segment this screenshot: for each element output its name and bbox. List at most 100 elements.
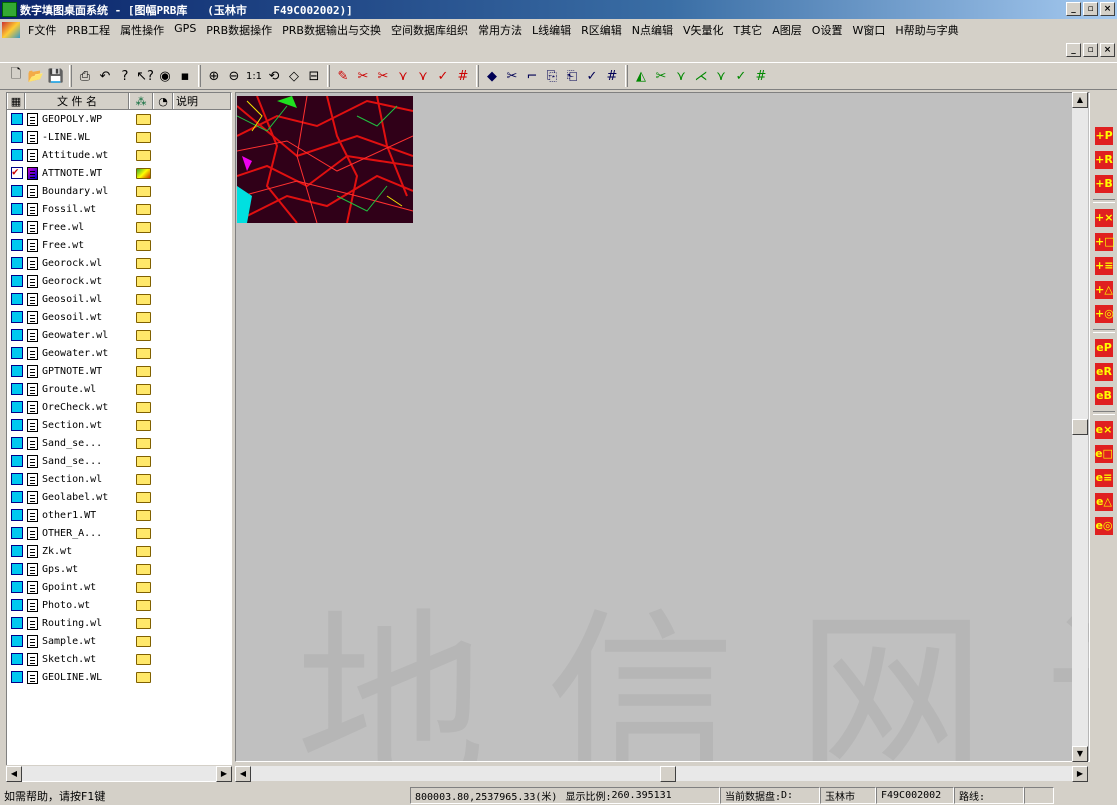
file-row[interactable]: other1.WT — [7, 506, 231, 524]
folder-icon[interactable] — [136, 257, 151, 269]
layer-tool-button-13[interactable]: e≡ — [1095, 469, 1113, 487]
layer-tool-button-3[interactable]: +× — [1095, 209, 1113, 227]
file-row[interactable]: Geowater.wl — [7, 326, 231, 344]
print-icon[interactable]: ⎙ — [75, 66, 95, 86]
file-row[interactable]: Sand_se... — [7, 434, 231, 452]
visibility-checkbox[interactable] — [11, 329, 23, 341]
layer-tool-button-4[interactable]: +□ — [1095, 233, 1115, 251]
layer-tool-button-1[interactable]: +R — [1095, 151, 1113, 169]
folder-icon[interactable] — [136, 347, 151, 359]
file-row[interactable]: Sand_se... — [7, 452, 231, 470]
file-row[interactable]: Gps.wt — [7, 560, 231, 578]
menu-item-7[interactable]: 常用方法 — [473, 22, 527, 38]
app-icon[interactable] — [2, 2, 17, 17]
visibility-checkbox[interactable] — [11, 113, 23, 125]
area-cut-icon[interactable]: ✂ — [502, 66, 522, 86]
file-row[interactable]: Georock.wt — [7, 272, 231, 290]
save-icon[interactable]: 💾 — [46, 66, 66, 86]
folder-icon[interactable] — [136, 419, 151, 431]
menu-item-13[interactable]: A图层 — [767, 22, 807, 38]
menu-item-11[interactable]: V矢量化 — [678, 22, 729, 38]
menu-item-6[interactable]: 空间数据库组织 — [386, 22, 473, 38]
visibility-checkbox[interactable] — [11, 671, 23, 683]
file-row[interactable]: OreCheck.wt — [7, 398, 231, 416]
folder-icon[interactable] — [136, 401, 151, 413]
folder-icon[interactable] — [136, 491, 151, 503]
folder-icon[interactable] — [136, 581, 151, 593]
split-window-icon[interactable]: ⊟ — [304, 66, 324, 86]
area-input-icon[interactable]: ◆ — [482, 66, 502, 86]
visibility-checkbox[interactable] — [11, 165, 23, 179]
menu-item-8[interactable]: L线编辑 — [527, 22, 576, 38]
layer-tool-button-9[interactable]: eR — [1095, 363, 1113, 381]
visibility-checkbox[interactable] — [11, 455, 23, 467]
layer-tool-button-8[interactable]: eP — [1095, 339, 1113, 357]
folder-icon[interactable] — [136, 113, 151, 125]
scroll-right-arrow[interactable]: ▶ — [1072, 766, 1088, 782]
actual-size-icon[interactable]: 1:1 — [244, 66, 264, 86]
scroll-left-arrow[interactable]: ◀ — [235, 766, 251, 782]
visibility-checkbox[interactable] — [11, 257, 23, 269]
file-row[interactable]: Geosoil.wl — [7, 290, 231, 308]
visibility-checkbox[interactable] — [11, 491, 23, 503]
map-canvas[interactable]: 地信网论 — [235, 92, 1090, 762]
visibility-checkbox[interactable] — [11, 185, 23, 197]
visibility-checkbox[interactable] — [11, 581, 23, 593]
help-icon[interactable]: ? — [115, 66, 135, 86]
column-description[interactable]: 说明 — [173, 93, 231, 109]
zoom-in-icon[interactable]: ⊕ — [204, 66, 224, 86]
refresh-icon[interactable]: ⟲ — [264, 66, 284, 86]
layer-tool-button-2[interactable]: +B — [1095, 175, 1113, 193]
file-row[interactable]: Boundary.wl — [7, 182, 231, 200]
visibility-checkbox[interactable] — [11, 239, 23, 251]
visibility-checkbox[interactable] — [11, 527, 23, 539]
visibility-checkbox[interactable] — [11, 275, 23, 287]
visibility-checkbox[interactable] — [11, 509, 23, 521]
hscroll-thumb[interactable] — [660, 766, 676, 782]
visibility-checkbox[interactable] — [11, 149, 23, 161]
file-row[interactable]: Geolabel.wt — [7, 488, 231, 506]
area-grid-icon[interactable]: # — [602, 66, 622, 86]
point-grid-icon[interactable]: # — [751, 66, 771, 86]
folder-icon[interactable] — [136, 203, 151, 215]
file-row[interactable]: Sample.wt — [7, 632, 231, 650]
visibility-checkbox[interactable] — [11, 401, 23, 413]
area-copy-icon[interactable]: ⎘ — [542, 66, 562, 86]
visibility-checkbox[interactable] — [11, 419, 23, 431]
visibility-checkbox[interactable] — [11, 203, 23, 215]
menu-item-2[interactable]: 属性操作 — [115, 22, 169, 38]
context-help-icon[interactable]: ↖? — [135, 66, 155, 86]
visibility-checkbox[interactable] — [11, 617, 23, 629]
file-row[interactable]: GEOPOLY.WP — [7, 110, 231, 128]
layer-tool-button-14[interactable]: e△ — [1095, 493, 1113, 511]
folder-icon[interactable] — [136, 635, 151, 647]
scroll-left-arrow[interactable]: ◀ — [6, 766, 22, 782]
line-extend-icon[interactable]: ⋎ — [413, 66, 433, 86]
file-row[interactable]: Attitude.wt — [7, 146, 231, 164]
visibility-checkbox[interactable] — [11, 653, 23, 665]
visibility-checkbox[interactable] — [11, 221, 23, 233]
menu-item-12[interactable]: T其它 — [729, 22, 768, 38]
layer-tool-button-10[interactable]: eB — [1095, 387, 1113, 405]
folder-icon[interactable] — [136, 149, 151, 161]
file-row[interactable]: Free.wt — [7, 236, 231, 254]
canvas-vscrollbar[interactable]: ▲ ▼ — [1072, 92, 1088, 762]
folder-icon[interactable] — [136, 527, 151, 539]
folder-icon[interactable] — [136, 311, 151, 323]
visibility-checkbox[interactable] — [11, 293, 23, 305]
file-row[interactable]: Geosoil.wt — [7, 308, 231, 326]
area-attr-icon[interactable]: ✓ — [582, 66, 602, 86]
line-grid-icon[interactable]: # — [453, 66, 473, 86]
zoom-out-icon[interactable]: ⊖ — [224, 66, 244, 86]
file-row[interactable]: Sketch.wt — [7, 650, 231, 668]
folder-icon[interactable] — [136, 437, 151, 449]
erase-icon[interactable]: ◇ — [284, 66, 304, 86]
scroll-down-arrow[interactable]: ▼ — [1072, 746, 1088, 762]
visibility-checkbox[interactable] — [11, 311, 23, 323]
point-edit-icon[interactable]: ⋎ — [671, 66, 691, 86]
folder-icon[interactable] — [136, 365, 151, 377]
folder-icon[interactable] — [136, 563, 151, 575]
menu-item-0[interactable]: F文件 — [23, 22, 61, 38]
scroll-up-arrow[interactable]: ▲ — [1072, 92, 1088, 108]
layer-tool-button-12[interactable]: e□ — [1095, 445, 1113, 463]
